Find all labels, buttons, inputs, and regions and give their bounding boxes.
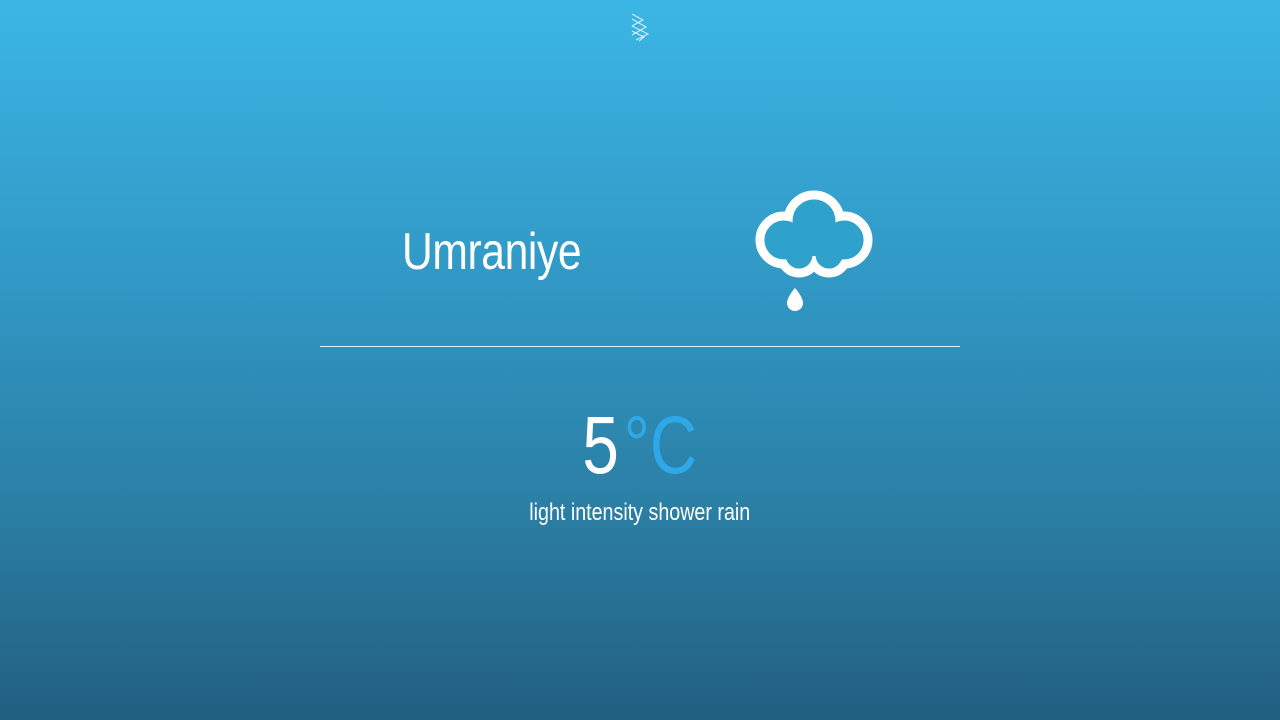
cloud-rain-icon [755, 190, 873, 311]
temperature-value: 5 [582, 400, 620, 491]
weather-description-text: light intensity shower rain [529, 499, 751, 526]
logo-icon[interactable] [631, 12, 649, 42]
temperature-unit: °C [623, 400, 698, 491]
weather-description: light intensity shower rain [0, 498, 1280, 528]
city-name: Umraniye [402, 223, 582, 281]
temperature-display: 5°C [0, 400, 1280, 492]
divider [320, 346, 960, 347]
